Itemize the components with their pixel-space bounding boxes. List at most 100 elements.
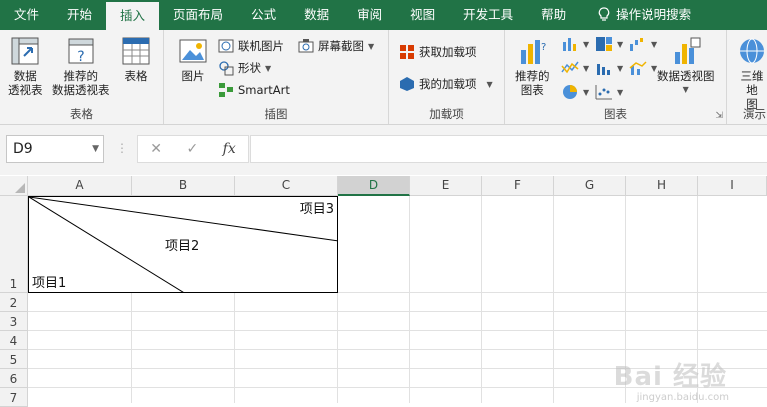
enter-icon[interactable]: ✓ [186,141,198,157]
name-box-dropdown-icon[interactable]: ▼ [92,136,99,162]
shapes-dropdown-icon: ▼ [265,63,272,73]
pivot-table-button[interactable]: 数据 透视表 [8,36,43,97]
tab-insert[interactable]: 插入 [106,2,160,30]
tab-home[interactable]: 开始 [53,0,106,30]
header-item-1: 项目1 [32,276,67,291]
merged-header-cell[interactable]: 项目3 项目2 项目1 [28,196,338,293]
group-addins-label: 加载项 [429,107,464,121]
column-header-d[interactable]: D [338,176,410,196]
pivot-chart-icon [674,37,701,64]
3d-map-label-1: 三维地 [740,69,764,97]
statistic-chart-button[interactable]: ▼ [595,60,623,76]
tab-view[interactable]: 视图 [396,0,449,30]
tell-me-search[interactable]: 操作说明搜索 [580,0,705,30]
combo-chart-button[interactable]: ▼ [629,60,657,76]
group-charts-label: 图表 [604,107,627,121]
tab-page-layout[interactable]: 页面布局 [159,0,237,30]
pivot-table-label-2: 透视表 [8,83,43,97]
column-header-i[interactable]: I [698,176,767,195]
group-tables-label: 表格 [70,107,93,121]
recommended-pivot-button[interactable]: ? 推荐的 数据透视表 [52,36,110,97]
scatter-chart-button[interactable]: ▼ [595,84,623,100]
row-header-7[interactable]: 7 [0,388,28,407]
svg-text:?: ? [541,42,546,53]
name-box-value: D9 [13,141,33,157]
row-header-1[interactable]: 1 [0,196,28,293]
my-addins-icon [400,77,414,91]
tab-file[interactable]: 文件 [0,0,53,30]
recommended-charts-label-1: 推荐的 [515,69,550,83]
waterfall-chart-button[interactable]: ▼ [629,36,657,52]
pictures-button[interactable]: 图片 [178,36,208,83]
select-all-button[interactable] [0,176,28,195]
picture-icon [179,39,207,63]
tab-data[interactable]: 数据 [290,0,343,30]
my-addins-label: 我的加载项 [419,77,477,91]
get-addins-button[interactable]: 获取加载项 [399,44,477,60]
column-header-e[interactable]: E [410,176,482,195]
tab-formulas[interactable]: 公式 [237,0,290,30]
column-chart-button[interactable]: ▼ [561,36,589,52]
gridline [481,196,482,403]
recommended-charts-button[interactable]: ? 推荐的 图表 [515,36,550,97]
hierarchy-chart-icon [596,37,612,51]
pie-chart-dropdown-icon: ▼ [583,87,590,97]
online-pictures-label: 联机图片 [238,39,284,53]
3d-map-button[interactable]: 三维地 图 [737,36,767,111]
my-addins-dropdown-icon: ▼ [486,79,493,89]
tab-developer[interactable]: 开发工具 [449,0,527,30]
table-label: 表格 [124,69,148,83]
group-tours: 三维地 图 演示 [727,30,767,124]
insert-function-button[interactable]: fx [223,141,236,157]
column-header-g[interactable]: G [554,176,626,195]
statistic-chart-icon [597,64,610,75]
table-button[interactable]: 表格 [121,36,151,83]
screenshot-button[interactable]: 屏幕截图 ▼ [298,38,374,54]
recommended-charts-icon: ? [521,40,547,64]
cancel-icon[interactable]: ✕ [150,141,162,157]
row-header-2[interactable]: 2 [0,293,28,312]
ribbon-insert-panel: 数据 透视表 ? 推荐的 数据透视表 表格 表格 图片 联机图片 形状 ▼ Sm… [0,30,767,125]
column-header-b[interactable]: B [132,176,235,195]
column-header-c[interactable]: C [235,176,338,195]
smartart-button[interactable]: SmartArt [218,82,290,98]
charts-dialog-launcher-icon[interactable]: ⇲ [715,111,723,121]
formula-bar-grip-icon[interactable]: ⋮ [116,141,128,155]
row-header-3[interactable]: 3 [0,312,28,331]
hierarchy-chart-button[interactable]: ▼ [595,36,623,52]
column-headers: A B C D E F G H I [0,176,767,196]
row-header-5[interactable]: 5 [0,350,28,369]
tab-review[interactable]: 审阅 [343,0,396,30]
gridline [409,196,410,403]
formula-input[interactable] [250,135,767,163]
pivot-table-label-1: 数据 [13,69,37,83]
line-chart-button[interactable]: ▼ [561,60,589,76]
get-addins-label: 获取加载项 [419,45,477,59]
gridline [28,311,767,312]
my-addins-button[interactable]: 我的加载项 ▼ [399,76,493,92]
gridline [553,196,554,403]
ribbon-tab-bar: 文件 开始 插入 页面布局 公式 数据 审阅 视图 开发工具 帮助 操作说明搜索 [0,0,767,30]
screenshot-icon [298,39,314,53]
header-item-3: 项目3 [299,202,334,217]
row-header-4[interactable]: 4 [0,331,28,350]
line-chart-dropdown-icon: ▼ [583,63,590,73]
pictures-label: 图片 [181,69,205,83]
pivot-chart-button[interactable]: 数据透视图 ▼ [657,36,715,97]
column-header-f[interactable]: F [482,176,554,195]
tab-help[interactable]: 帮助 [527,0,580,30]
online-pictures-button[interactable]: 联机图片 [218,38,284,54]
group-charts: ? 推荐的 图表 ▼ ▼ ▼ ▼ ▼ ▼ ▼ ▼ 数据透视图 ▼ 图表 ⇲ [505,30,727,124]
pie-chart-button[interactable]: ▼ [561,84,589,100]
waterfall-chart-icon [630,38,643,51]
scatter-chart-icon [595,85,612,100]
shapes-button[interactable]: 形状 ▼ [218,60,271,76]
scatter-chart-dropdown-icon: ▼ [617,87,624,97]
group-illustrations: 图片 联机图片 形状 ▼ SmartArt 屏幕截图 ▼ 插图 [164,30,389,124]
column-header-h[interactable]: H [626,176,698,195]
group-addins: 获取加载项 我的加载项 ▼ 加载项 [389,30,505,124]
name-box[interactable]: D9 ▼ [6,135,104,163]
worksheet-grid[interactable]: A B C D E F G H I 1 2 3 4 5 6 7 项目3 项目2 … [0,176,767,407]
column-header-a[interactable]: A [28,176,132,195]
row-header-6[interactable]: 6 [0,369,28,388]
